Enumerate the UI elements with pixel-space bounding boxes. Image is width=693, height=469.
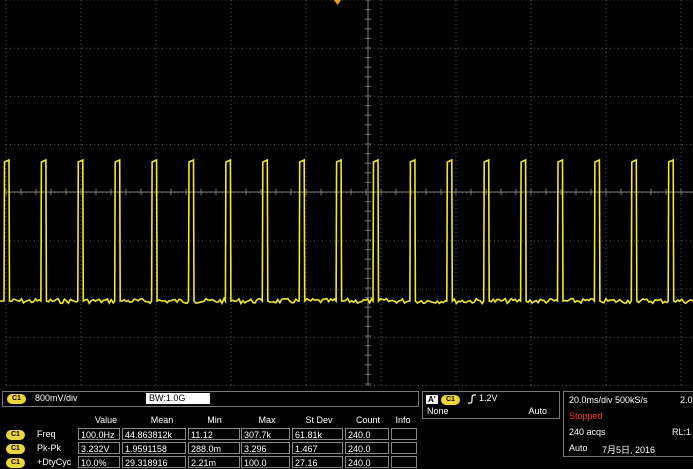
graticule xyxy=(0,0,693,387)
measurement-row-pkpk[interactable]: C1 Pk-Pk 3.232V 1.9591158 288.0m 3.296 1… xyxy=(2,442,417,455)
measurement-min: 288.0m xyxy=(188,442,240,454)
trigger-mode: Auto xyxy=(528,406,547,416)
measurement-stdev: 1.467 xyxy=(292,442,343,454)
rising-edge-icon xyxy=(468,394,476,404)
graticule-grid xyxy=(5,0,693,387)
measurement-row-dutycycle[interactable]: C1 +DtyCyc 10.0% 29.318916 2.21m 100.0 2… xyxy=(2,456,417,469)
measurement-info xyxy=(391,428,417,440)
header-count: Count xyxy=(355,415,381,425)
channel1-trace xyxy=(0,158,693,306)
measurement-stdev: 61.81k xyxy=(292,428,343,440)
measurement-min: 11.12 xyxy=(188,428,240,440)
measurement-max: 3.296 xyxy=(241,442,290,454)
acquisition-readout[interactable]: 20.0ms/div 500kS/s 2.0 Stopped 240 acqs … xyxy=(563,391,693,457)
record-length: RL:1 xyxy=(672,427,692,437)
channel-badge: C1 xyxy=(6,458,25,468)
status-panel: C1 800mV/div BW:1.0G Value Mean Min Max … xyxy=(0,388,693,469)
measurement-name: Pk-Pk xyxy=(37,443,62,453)
measurement-value: 10.0% xyxy=(78,456,120,468)
measurement-value: 100.0Hz xyxy=(78,428,120,440)
measurement-count: 240.0 xyxy=(345,442,389,454)
measurement-info xyxy=(391,442,417,454)
timebase-label: 20.0ms/div 500kS/s xyxy=(569,395,648,405)
trigger-level: 1.2V xyxy=(479,393,498,403)
acquisition-state: Stopped xyxy=(569,411,603,421)
measurement-row-freq[interactable]: C1 Freq 100.0Hz 44.863812k 11.12 307.7k … xyxy=(2,428,417,441)
trigger-coupling: None xyxy=(427,406,449,416)
bandwidth-limit-label: BW:1.0G xyxy=(146,393,210,404)
measurement-name: +DtyCyc xyxy=(37,457,72,467)
measurement-mean: 44.863812k xyxy=(122,428,186,440)
acquisition-count: 240 acqs xyxy=(569,427,606,437)
channel-scale-readout[interactable]: C1 800mV/div BW:1.0G xyxy=(2,391,419,407)
acquisition-mode: Auto xyxy=(569,443,588,453)
timebase-extra: 2.0 xyxy=(680,395,693,405)
header-min: Min xyxy=(207,415,222,425)
trigger-a-label: A' xyxy=(426,395,438,404)
channel-badge[interactable]: C1 xyxy=(7,394,26,404)
measurement-mean: 1.9591158 xyxy=(122,442,186,454)
measurement-max: 100.0 xyxy=(241,456,290,468)
header-stdev: St Dev xyxy=(305,415,333,425)
measurement-mean: 29.318916 xyxy=(122,456,186,468)
measurement-info xyxy=(391,456,417,468)
channel-badge: C1 xyxy=(6,444,25,454)
channel-badge: C1 xyxy=(6,430,25,440)
measurement-stdev: 27.16 xyxy=(292,456,343,468)
measurement-value: 3.232V xyxy=(78,442,120,454)
acquisition-date: 7月5日, 2016 xyxy=(602,445,656,455)
measurement-count: 240.0 xyxy=(345,428,389,440)
header-max: Max xyxy=(258,415,276,425)
trigger-source-badge: C1 xyxy=(441,395,460,405)
header-info: Info xyxy=(395,415,411,425)
measurement-header-row: Value Mean Min Max St Dev Count Info xyxy=(2,414,417,427)
waveform-display[interactable] xyxy=(0,0,693,388)
trigger-position-marker xyxy=(334,0,341,5)
measurement-count: 240.0 xyxy=(345,456,389,468)
trigger-readout[interactable]: A' C1 1.2V None Auto xyxy=(422,391,560,419)
vertical-scale-label: 800mV/div xyxy=(35,393,78,403)
measurement-max: 307.7k xyxy=(241,428,290,440)
measurement-name: Freq xyxy=(37,429,56,439)
measurement-min: 2.21m xyxy=(188,456,240,468)
